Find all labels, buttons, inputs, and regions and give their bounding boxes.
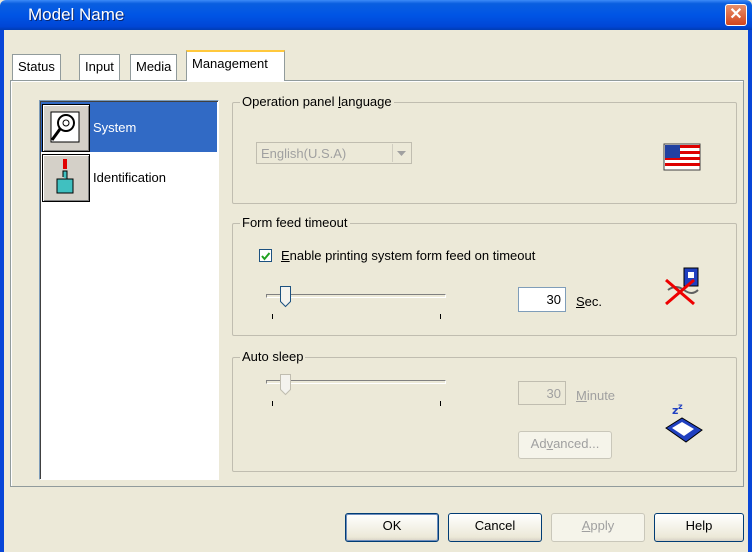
cancel-button[interactable]: Cancel [448, 513, 542, 542]
form-feed-slider-track[interactable] [266, 294, 446, 298]
form-feed-checkbox[interactable] [259, 249, 272, 262]
slider-tick-min [272, 401, 273, 406]
apply-button[interactable]: Apply [551, 513, 645, 542]
form-feed-seconds-input[interactable]: 30 [518, 287, 566, 312]
tab-management[interactable]: Management [186, 50, 285, 81]
slider-tick-max [440, 314, 441, 319]
close-button[interactable]: ✕ [725, 4, 747, 26]
us-flag-icon [663, 143, 701, 174]
slider-tick-max [440, 401, 441, 406]
svg-text:z: z [678, 402, 683, 411]
close-icon: ✕ [729, 6, 743, 23]
chevron-down-icon[interactable] [392, 144, 410, 162]
language-select[interactable]: English(U.S.A) [256, 142, 412, 164]
auto-sleep-minutes-input[interactable]: 30 [518, 381, 566, 405]
sidebar-item-system[interactable]: System [41, 102, 217, 152]
tab-media[interactable]: Media [130, 54, 178, 80]
advanced-button[interactable]: Advanced... [518, 431, 612, 459]
help-button[interactable]: Help [654, 513, 744, 542]
form-feed-timeout-title: Form feed timeout [240, 215, 350, 230]
operation-panel-language-title: Operation panel language [240, 94, 394, 109]
auto-sleep-slider-track[interactable] [266, 380, 446, 384]
window-frame-left [0, 30, 4, 552]
form-feed-slider-thumb[interactable] [280, 286, 291, 308]
sidebar-item-label: Identification [93, 170, 166, 185]
sidebar-item-identification[interactable]: Identification [41, 152, 217, 202]
identification-hand-icon [42, 154, 90, 202]
form-feed-disabled-icon [662, 264, 706, 311]
system-search-icon [42, 104, 90, 152]
form-feed-unit-label: Sec. [576, 294, 603, 309]
tab-status[interactable]: Status [12, 54, 61, 80]
tab-input[interactable]: Input [79, 54, 120, 80]
window-title: Model Name [28, 5, 125, 24]
auto-sleep-title: Auto sleep [240, 349, 306, 364]
auto-sleep-unit-label: Minute [576, 388, 616, 403]
sidebar-item-label: System [93, 120, 137, 135]
window-frame-right [748, 30, 752, 552]
sleep-printer-icon: z z [662, 402, 708, 449]
ok-button[interactable]: OK [345, 513, 439, 542]
form-feed-checkbox-label[interactable]: Enable printing system form feed on time… [281, 248, 535, 263]
slider-tick-min [272, 314, 273, 319]
auto-sleep-slider-thumb[interactable] [280, 374, 291, 396]
